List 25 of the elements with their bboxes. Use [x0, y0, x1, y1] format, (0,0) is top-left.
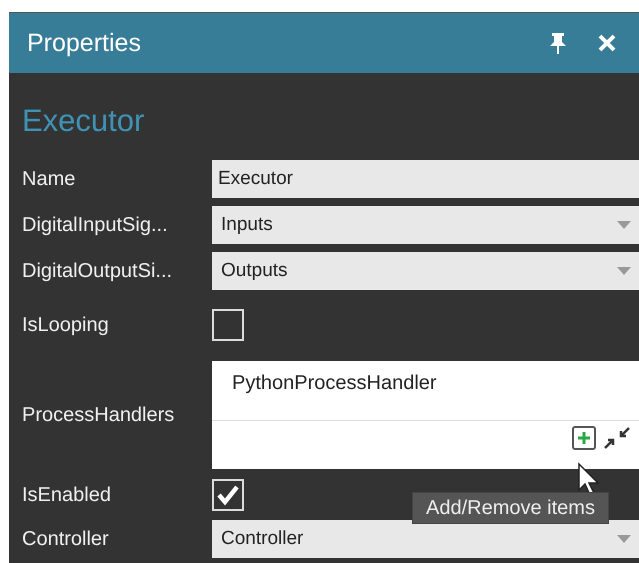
property-label: ProcessHandlers: [21, 405, 176, 425]
property-label: DigitalInputSig...: [21, 215, 169, 235]
plus-icon: [577, 431, 591, 445]
dropdown[interactable]: Outputs: [212, 252, 639, 290]
add-button[interactable]: [572, 426, 596, 450]
property-label: Controller: [21, 529, 110, 549]
checkbox[interactable]: [212, 479, 244, 511]
pin-icon[interactable]: [549, 32, 567, 54]
object-heading: Executor: [22, 105, 146, 140]
dropdown[interactable]: Controller: [212, 520, 639, 558]
list-item[interactable]: PythonProcessHandler: [232, 373, 639, 393]
dropdown-arrow-icon: [617, 535, 631, 543]
property-label: IsEnabled: [21, 485, 112, 505]
collapse-icon[interactable]: [602, 425, 632, 451]
panel-title: Properties: [27, 30, 141, 56]
dropdown[interactable]: Inputs: [212, 206, 639, 244]
property-label: DigitalOutputSi...: [21, 261, 174, 281]
checkbox[interactable]: [212, 309, 244, 341]
close-icon[interactable]: [597, 33, 617, 53]
dropdown-arrow-icon: [617, 221, 631, 229]
dropdown-arrow-icon: [617, 267, 631, 275]
property-label: Name: [21, 169, 76, 189]
tooltip: Add/Remove items: [412, 492, 609, 524]
text-field[interactable]: Executor: [212, 160, 639, 198]
property-label: IsLooping: [21, 315, 110, 335]
